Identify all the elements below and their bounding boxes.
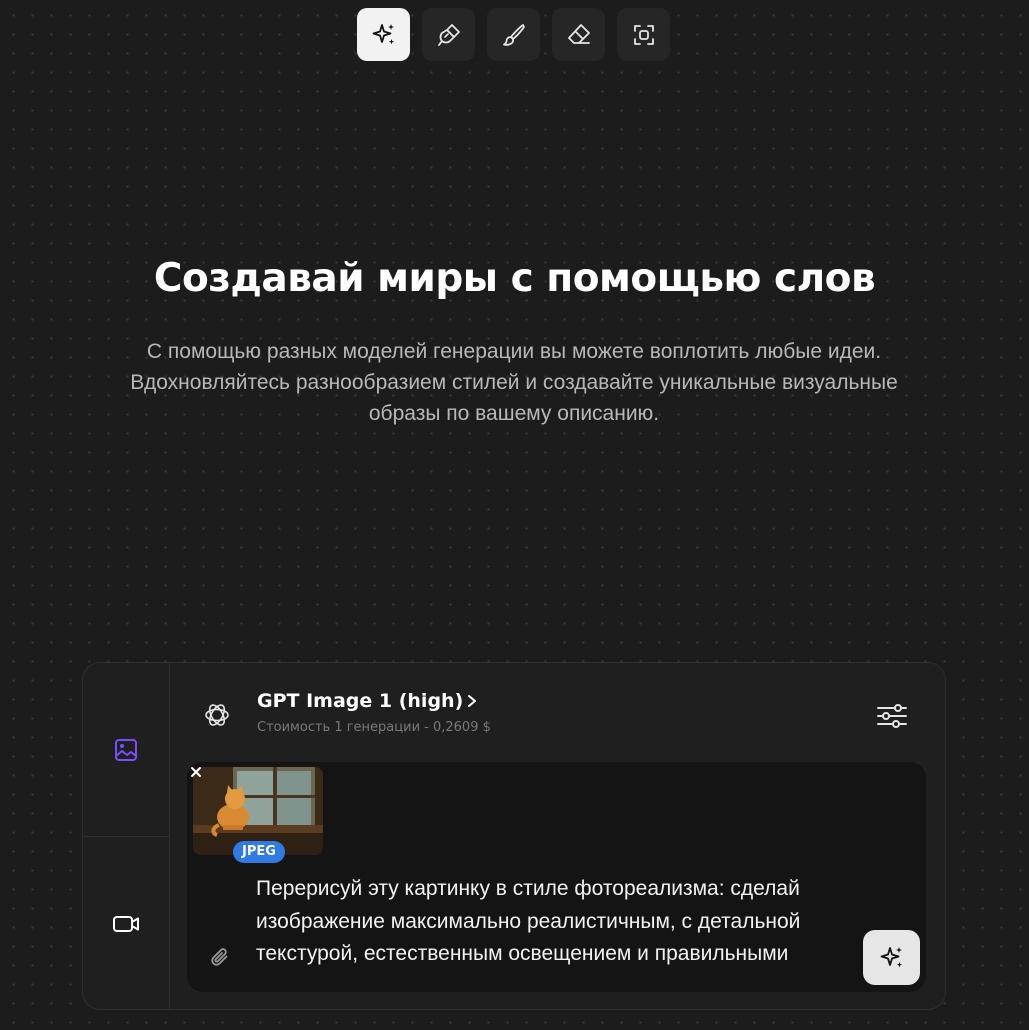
model-name[interactable]: GPT Image 1 (high) — [257, 690, 463, 712]
tab-image[interactable] — [83, 663, 169, 837]
mode-sidebar — [83, 663, 170, 1009]
sparkles-icon — [880, 946, 902, 967]
sliders-icon — [877, 704, 907, 728]
eraser-icon — [567, 23, 590, 44]
page-title: Создавай миры с помощью слов — [153, 256, 876, 301]
generate-tool-button[interactable] — [357, 8, 410, 61]
image-icon — [115, 738, 137, 761]
eraser-tool-button[interactable] — [552, 8, 605, 61]
brush-icon — [437, 23, 460, 46]
settings-button[interactable] — [871, 699, 913, 733]
sparkles-icon — [372, 23, 394, 44]
page-description: С помощью разных моделей генерации вы мо… — [130, 340, 898, 425]
paintbrush-tool-button[interactable] — [487, 8, 540, 61]
paintbrush-icon — [502, 23, 525, 46]
brush-tool-button[interactable] — [422, 8, 475, 61]
video-icon — [113, 915, 139, 932]
chevron-right-icon — [468, 695, 476, 707]
close-icon — [191, 767, 201, 777]
model-selector[interactable]: GPT Image 1 (high) Стоимость 1 генерации… — [199, 687, 919, 743]
remove-attachment-button[interactable] — [186, 762, 206, 782]
model-cost: Стоимость 1 генерации - 0,2609 $ — [257, 720, 491, 735]
tool-toolbar — [357, 8, 670, 61]
paperclip-icon — [211, 948, 228, 966]
prompt-composer: GPT Image 1 (high) Стоимость 1 генерации… — [82, 662, 946, 1010]
scan-icon — [633, 24, 654, 45]
scan-tool-button[interactable] — [617, 8, 670, 61]
file-format-badge: JPEG — [233, 841, 285, 863]
prompt-input[interactable]: Перерисуй эту картинку в стиле фотореали… — [256, 873, 866, 977]
openai-logo-icon — [205, 704, 229, 726]
tab-video[interactable] — [83, 837, 169, 1009]
attach-file-button[interactable] — [207, 944, 235, 972]
prompt-box: JPEG Перерисуй эту картинку в стиле фото… — [187, 762, 926, 992]
generate-button[interactable] — [863, 930, 920, 985]
